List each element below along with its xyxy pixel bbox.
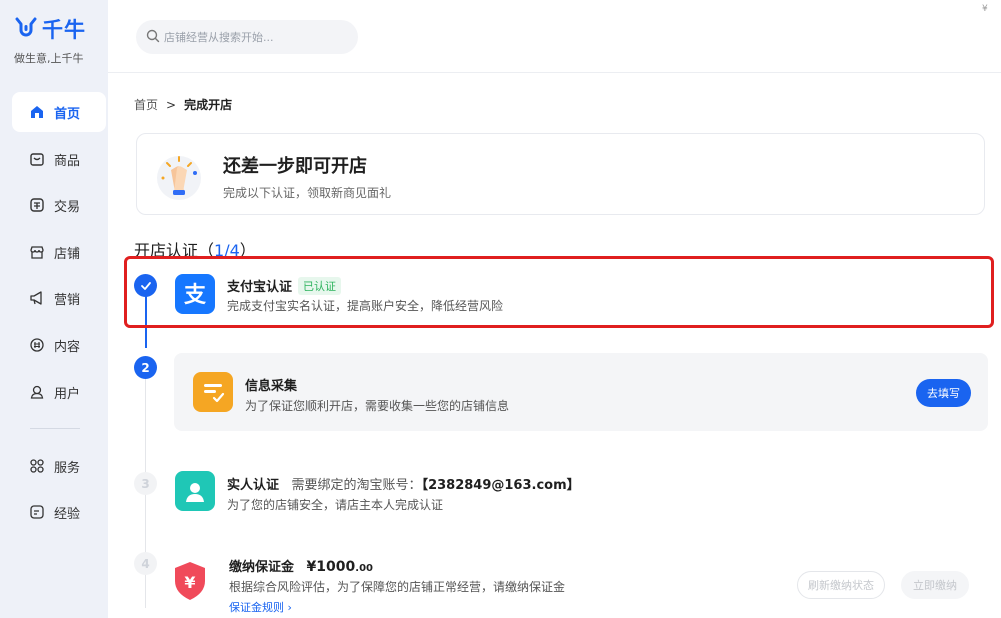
search-input[interactable]	[164, 30, 344, 44]
experience-icon	[28, 503, 46, 521]
hero-subtitle: 完成以下认证，领取新商见面礼	[223, 186, 392, 200]
step-2-number: 2	[134, 356, 157, 379]
breadcrumb: 首页 > 完成开店	[134, 96, 232, 113]
sidebar-item-label: 用户	[54, 386, 81, 402]
sidebar-item-label: 营销	[54, 292, 81, 308]
sidebar-item-marketing[interactable]: 营销	[12, 278, 106, 318]
service-icon	[28, 457, 46, 475]
clapping-hands-icon	[157, 156, 201, 200]
svg-text:¥: ¥	[184, 573, 195, 592]
app-slogan: 做生意,上千牛	[14, 52, 84, 65]
goods-icon	[28, 150, 46, 168]
sidebar-item-goods[interactable]: 商品	[12, 139, 106, 179]
corner-symbol: ¥	[982, 4, 988, 14]
search-bar[interactable]	[136, 20, 358, 54]
app-name: 千牛	[42, 18, 86, 42]
step-2-desc: 为了保证您顺利开店，需要收集一些您的店铺信息	[245, 399, 510, 413]
step-3-desc: 为了您的店铺安全，请店主本人完成认证	[227, 498, 444, 512]
highlight-box	[124, 256, 994, 328]
breadcrumb-home[interactable]: 首页	[134, 96, 158, 113]
app-logo[interactable]: 千牛 做生意,上千牛	[14, 14, 104, 65]
sidebar-item-label: 经验	[54, 506, 81, 522]
step-4-desc: 根据综合风险评估，为了保障您的店铺正常经营，请缴纳保证金	[229, 580, 566, 594]
sidebar-item-label: 商品	[54, 153, 81, 169]
sidebar-item-label: 首页	[54, 106, 81, 122]
deposit-rules-link[interactable]: 保证金规则 ›	[229, 599, 292, 615]
sidebar: 千牛 做生意,上千牛 首页 商品 交易 店铺 营销 内容 用户 服务 经验	[0, 0, 108, 618]
sidebar-item-content[interactable]: 内容	[12, 325, 106, 365]
breadcrumb-current: 完成开店	[184, 98, 233, 112]
sidebar-item-experience[interactable]: 经验	[12, 492, 106, 532]
marketing-icon	[28, 289, 46, 307]
sidebar-item-user[interactable]: 用户	[12, 372, 106, 412]
step-4-title: 缴纳保证金 ¥1000.00	[229, 556, 373, 575]
step-4-number: 4	[134, 552, 157, 575]
sidebar-item-service[interactable]: 服务	[12, 446, 106, 486]
step-2-title: 信息采集	[245, 379, 298, 394]
trade-icon	[28, 196, 46, 214]
hero-title: 还差一步即可开店	[223, 156, 367, 177]
fill-in-button[interactable]: 去填写	[916, 379, 971, 407]
taobao-account-label: 需要绑定的淘宝账号：	[291, 478, 422, 493]
sidebar-item-label: 内容	[54, 339, 81, 355]
sidebar-divider	[30, 428, 80, 429]
search-icon	[146, 28, 160, 47]
deposit-amount: ¥1000	[306, 559, 356, 575]
step-3-title: 实人认证 需要绑定的淘宝账号：【2382849@163.com】	[227, 474, 580, 493]
sidebar-item-label: 服务	[54, 460, 81, 476]
step-3-title-text: 实人认证	[227, 478, 280, 493]
sidebar-item-label: 店铺	[54, 246, 81, 262]
form-icon	[193, 372, 233, 412]
taobao-account-value: 【2382849@163.com】	[421, 478, 580, 493]
header-divider	[108, 72, 1001, 73]
refresh-payment-status-button[interactable]: 刷新缴纳状态	[797, 571, 885, 599]
user-icon	[28, 383, 46, 401]
step-3-number: 3	[134, 472, 157, 495]
sidebar-item-trade[interactable]: 交易	[12, 185, 106, 225]
store-icon	[28, 243, 46, 261]
shield-yen-icon: ¥	[170, 561, 210, 601]
sidebar-item-home[interactable]: 首页	[12, 92, 106, 132]
deposit-amount-decimal: .00	[355, 563, 373, 574]
sidebar-item-label: 交易	[54, 199, 81, 215]
step-4-title-text: 缴纳保证金	[229, 560, 295, 575]
home-icon	[28, 103, 46, 121]
qianniu-logo-icon	[15, 17, 37, 37]
person-icon	[175, 471, 215, 511]
content-icon	[28, 336, 46, 354]
hero-card: 还差一步即可开店 完成以下认证，领取新商见面礼	[136, 133, 985, 215]
pay-now-button[interactable]: 立即缴纳	[901, 571, 969, 599]
breadcrumb-separator: >	[166, 97, 177, 112]
sidebar-item-store[interactable]: 店铺	[12, 232, 106, 272]
